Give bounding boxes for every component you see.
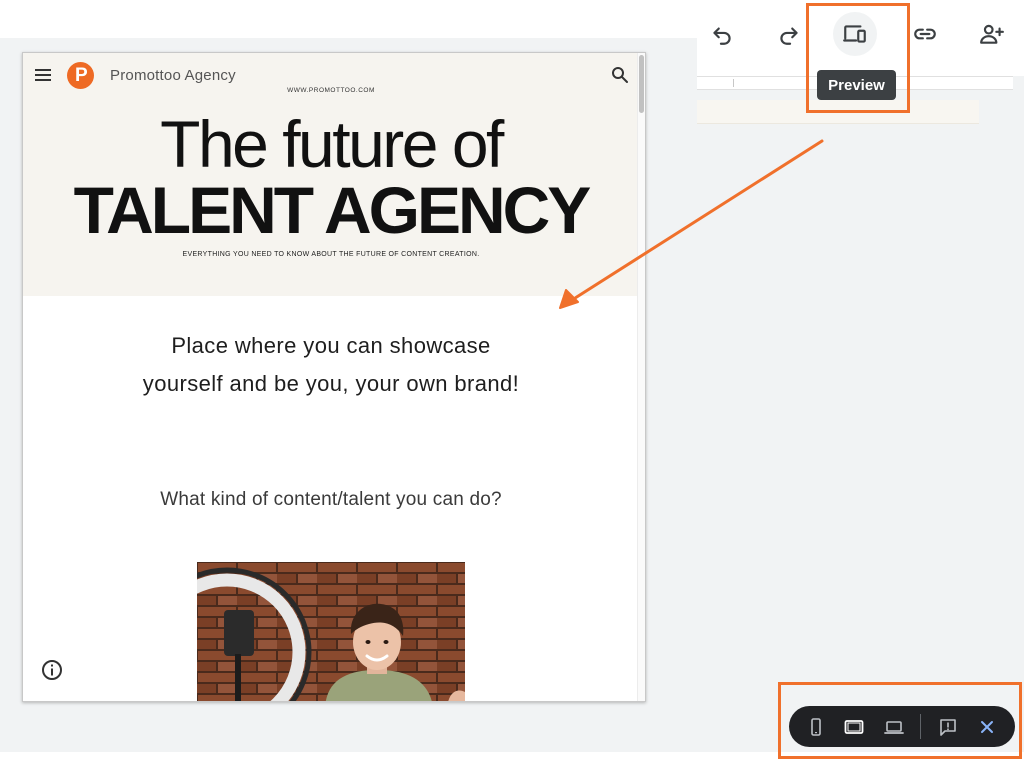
redo-icon (780, 27, 798, 45)
device-bar-highlight (778, 682, 1022, 759)
undo-button[interactable] (700, 12, 744, 56)
menu-icon[interactable] (35, 67, 53, 83)
scrollbar-thumb[interactable] (639, 55, 644, 113)
undo-icon (713, 27, 731, 45)
site-name[interactable]: Promottoo Agency (110, 67, 236, 84)
logo-letter: P (75, 65, 88, 86)
site-logo-icon[interactable]: P (67, 62, 94, 89)
site-preview-frame[interactable]: P Promottoo Agency WWW.PROMOTTOO.COM The… (22, 52, 646, 702)
share-button[interactable] (970, 12, 1014, 56)
creator-photo-drawing (197, 562, 465, 701)
hero-title-line2: TALENT AGENCY (73, 173, 592, 247)
site-hero-banner: P Promottoo Agency WWW.PROMOTTOO.COM The… (23, 53, 639, 296)
info-icon[interactable] (41, 659, 63, 681)
creator-photo (197, 562, 465, 701)
tagline-text: Place where you can showcase yourself an… (142, 333, 520, 396)
search-icon[interactable] (611, 66, 629, 84)
preview-button-highlight (806, 3, 910, 113)
content-question-heading: What kind of content/talent you can do? (160, 489, 502, 510)
preview-scrollbar[interactable] (637, 53, 645, 701)
link-icon (914, 28, 936, 40)
redo-button[interactable] (767, 12, 811, 56)
site-url: WWW.PROMOTTOO.COM (287, 87, 375, 94)
add-person-icon (980, 24, 1004, 44)
hero-subtitle: EVERYTHING YOU NEED TO KNOW ABOUT THE FU… (182, 251, 480, 258)
hero-title-line1: The future of (160, 107, 504, 181)
